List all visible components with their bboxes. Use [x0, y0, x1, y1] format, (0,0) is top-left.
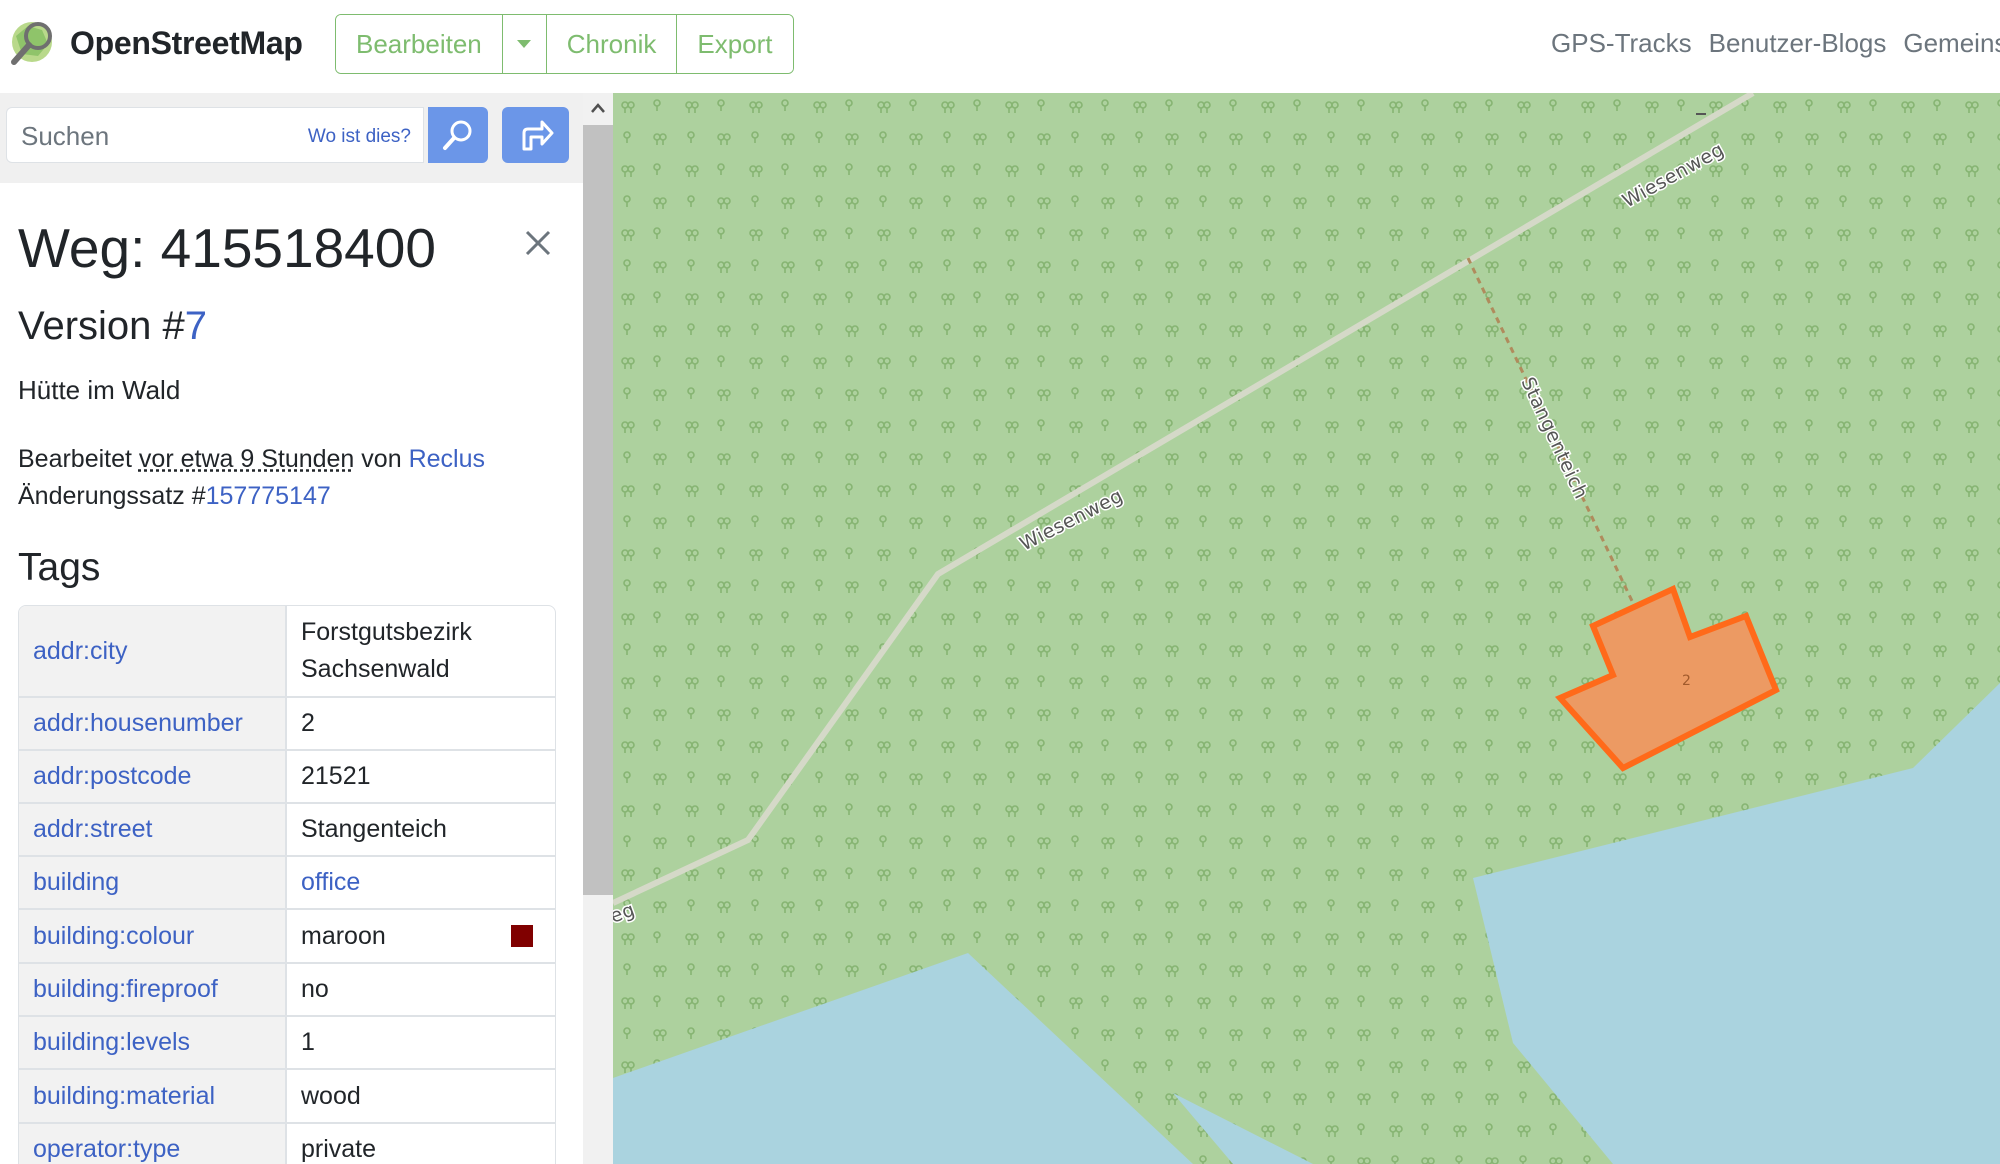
tag-value-link[interactable]: office	[287, 857, 555, 908]
tag-key[interactable]: building:colour	[19, 910, 287, 962]
tag-value: wood	[301, 1081, 361, 1110]
sidebar-scrollbar[interactable]	[583, 93, 613, 1164]
search-field-wrapper: Wo ist dies?	[6, 107, 424, 163]
export-button[interactable]: Export	[677, 15, 793, 73]
osm-logo-icon	[11, 22, 52, 65]
tag-value: private	[301, 1135, 377, 1163]
map-view[interactable]: Wiesenweg Wiesenweg eg Stangenteich 2	[613, 93, 2000, 1164]
version-prefix: Version #	[18, 304, 185, 348]
tag-value: no	[301, 975, 329, 1003]
sidebar: Wo ist dies? Weg: 415518400 Version #7 H…	[0, 93, 583, 1164]
housenumber-label: 2	[1682, 673, 1691, 689]
edit-info: Bearbeitet vor etwa 9 Stunden von Reclus…	[18, 441, 558, 515]
nav-gps-tracks[interactable]: GPS-Tracks	[1551, 28, 1692, 59]
tags-heading: Tags	[18, 546, 101, 589]
feature-title: Weg: 415518400	[18, 217, 436, 279]
tag-row: building:material wood	[19, 1070, 555, 1124]
changeset-prefix: Änderungssatz #	[18, 482, 206, 510]
tag-key[interactable]: addr:city	[19, 606, 287, 696]
search-button[interactable]	[428, 107, 488, 163]
tag-row: addr:postcode 21521	[19, 751, 555, 804]
edited-prefix: Bearbeitet	[18, 445, 132, 473]
tag-key[interactable]: building:material	[19, 1070, 287, 1122]
edit-dropdown-button[interactable]	[502, 15, 547, 73]
version-heading: Version #7	[18, 301, 558, 351]
tag-value: Stangenteich	[301, 815, 447, 843]
nav-communities[interactable]: Gemeinscha	[1903, 28, 2000, 59]
tag-row: building:levels 1	[19, 1017, 555, 1070]
top-header: OpenStreetMap Bearbeiten Chronik Export …	[0, 0, 2000, 93]
tag-value: maroon	[301, 921, 386, 950]
tag-row: addr:city Forstgutsbezirk Sachsenwald	[19, 606, 555, 698]
close-icon[interactable]	[518, 223, 558, 263]
tag-value: 21521	[301, 762, 371, 790]
tag-key[interactable]: addr:street	[19, 804, 287, 855]
tag-key[interactable]: building	[19, 857, 287, 908]
edited-by: von	[361, 445, 402, 473]
colour-swatch	[511, 925, 533, 947]
tag-row: building:fireproof no	[19, 964, 555, 1017]
tag-value: 1	[301, 1028, 315, 1056]
edit-button-group: Bearbeiten Chronik Export	[335, 14, 794, 74]
tag-key[interactable]: building:fireproof	[19, 964, 287, 1015]
tag-row: operator:type private	[19, 1124, 555, 1164]
secondary-nav: GPS-Tracks Benutzer-Blogs Gemeinscha	[1551, 28, 2000, 59]
title-row: Weg: 415518400	[18, 213, 558, 293]
feature-details: Weg: 415518400 Version #7 Hütte im Wald …	[18, 213, 558, 1164]
map-canvas[interactable]: Wiesenweg Wiesenweg eg Stangenteich 2	[613, 93, 2000, 1164]
tag-row: building office	[19, 857, 555, 910]
changeset-link[interactable]: 157775147	[206, 482, 331, 510]
brand-name: OpenStreetMap	[70, 24, 303, 61]
changeset-line: Änderungssatz #157775147	[18, 478, 558, 515]
tag-key[interactable]: operator:type	[19, 1124, 287, 1164]
editor-link[interactable]: Reclus	[409, 445, 485, 473]
directions-button[interactable]	[502, 107, 569, 163]
tag-row: addr:street Stangenteich	[19, 804, 555, 857]
search-bar: Wo ist dies?	[0, 93, 583, 183]
search-input[interactable]	[19, 118, 299, 154]
feature-name: Hütte im Wald	[18, 375, 181, 405]
scrollbar-thumb[interactable]	[583, 125, 613, 895]
directions-icon	[522, 120, 553, 151]
edit-line: Bearbeitet vor etwa 9 Stunden von Reclus	[18, 441, 558, 478]
tag-key[interactable]: building:levels	[19, 1017, 287, 1068]
caret-down-icon	[517, 40, 532, 48]
osm-logo-link[interactable]: OpenStreetMap	[8, 16, 303, 70]
tags-table: addr:city Forstgutsbezirk Sachsenwald ad…	[18, 605, 556, 1164]
tag-value: Forstgutsbezirk Sachsenwald	[301, 618, 472, 683]
scroll-up-arrow-icon[interactable]	[583, 93, 613, 123]
nav-user-diaries[interactable]: Benutzer-Blogs	[1709, 28, 1887, 59]
magnifier-icon	[443, 120, 472, 150]
tag-value-with-swatch: maroon	[287, 910, 555, 962]
tag-key[interactable]: addr:postcode	[19, 751, 287, 802]
history-button[interactable]: Chronik	[546, 15, 678, 73]
tag-row: building:colour maroon	[19, 910, 555, 964]
where-is-this-link[interactable]: Wo ist dies?	[308, 126, 411, 148]
version-link[interactable]: 7	[185, 304, 207, 348]
edit-button[interactable]: Bearbeiten	[336, 15, 503, 73]
tag-value: 2	[301, 709, 315, 737]
tag-key[interactable]: addr:housenumber	[19, 698, 287, 749]
tag-row: addr:housenumber 2	[19, 698, 555, 751]
edited-time: vor etwa 9 Stunden	[138, 445, 355, 473]
